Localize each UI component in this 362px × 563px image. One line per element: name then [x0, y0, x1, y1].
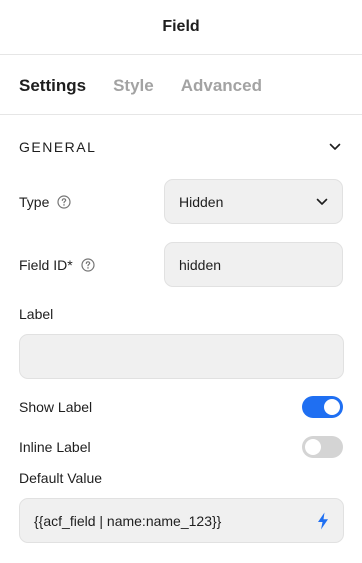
type-label: Type [19, 193, 50, 210]
default-value-input[interactable]: {{acf_field | name:name_123}} [19, 498, 344, 543]
type-row: Type Hidden [19, 179, 343, 224]
lightning-bolt-icon[interactable] [317, 512, 329, 530]
toggle-knob [305, 439, 321, 455]
label-field-label: Label [19, 306, 54, 322]
chevron-down-icon[interactable] [328, 140, 342, 154]
inline-label-toggle[interactable] [302, 436, 343, 458]
show-label-row: Show Label [19, 387, 343, 427]
field-id-label-group: Field ID* [19, 257, 95, 273]
panel-header: Field [0, 0, 362, 55]
tab-style[interactable]: Style [113, 74, 154, 96]
label-input[interactable] [19, 334, 344, 379]
help-icon[interactable] [57, 194, 71, 209]
tab-bar: Settings Style Advanced [0, 55, 362, 115]
tab-advanced[interactable]: Advanced [181, 74, 262, 96]
tab-settings[interactable]: Settings [19, 74, 86, 96]
type-select-value: Hidden [179, 193, 224, 210]
default-value-label: Default Value [19, 470, 103, 486]
chevron-down-icon [316, 198, 328, 206]
general-section-header[interactable]: GENERAL [19, 115, 343, 179]
show-label-label: Show Label [19, 399, 93, 415]
toggle-knob [324, 399, 340, 415]
panel-title: Field [162, 18, 200, 35]
inline-label-row: Inline Label [19, 427, 343, 467]
section-title: GENERAL [19, 139, 97, 155]
general-section: GENERAL Type Hidden Field ID* hidden Lab… [0, 115, 362, 543]
field-id-input[interactable]: hidden [164, 242, 343, 287]
help-icon[interactable] [81, 257, 95, 272]
default-value-text: {{acf_field | name:name_123}} [34, 512, 222, 529]
field-settings-panel: Field Settings Style Advanced GENERAL Ty… [0, 0, 362, 563]
show-label-toggle[interactable] [302, 396, 343, 418]
type-label-group: Type [19, 194, 71, 210]
field-id-value: hidden [179, 256, 222, 273]
type-select[interactable]: Hidden [164, 179, 343, 224]
inline-label-label: Inline Label [19, 439, 91, 455]
field-id-label: Field ID* [19, 256, 73, 273]
field-id-row: Field ID* hidden [19, 242, 343, 287]
